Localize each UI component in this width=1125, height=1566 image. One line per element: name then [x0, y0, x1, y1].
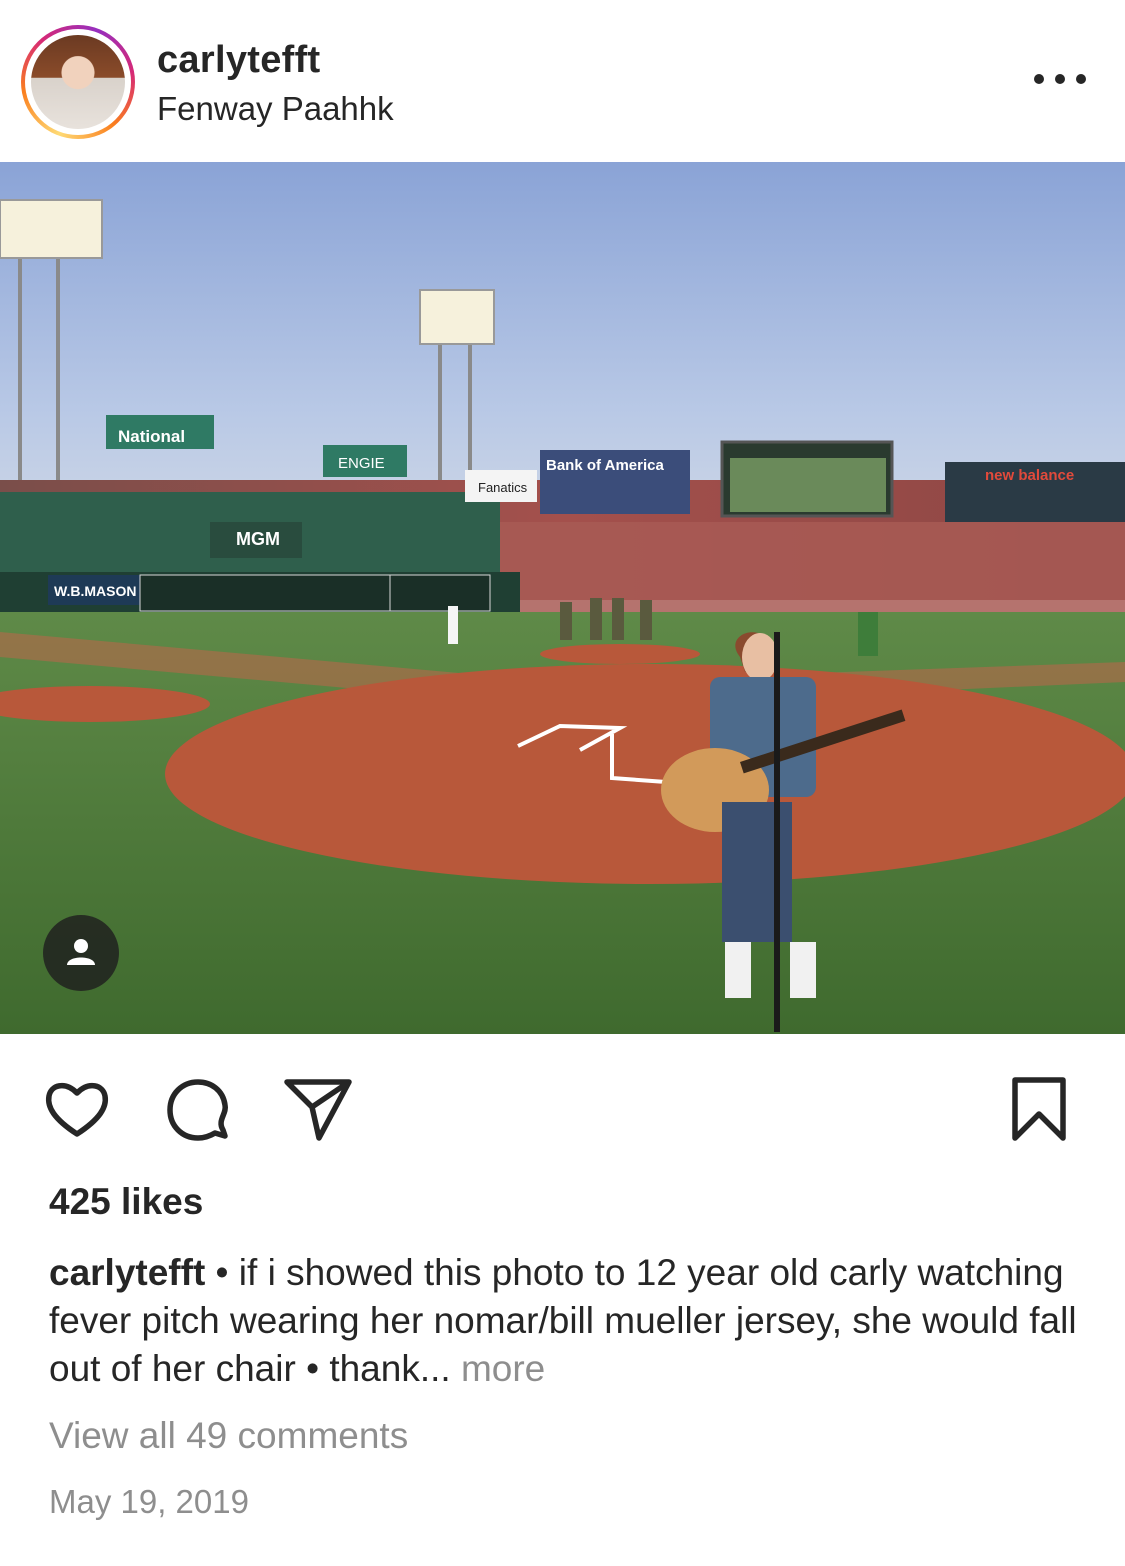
svg-text:new balance: new balance [985, 467, 1074, 484]
svg-text:National: National [118, 427, 185, 446]
post-date: May 19, 2019 [49, 1483, 249, 1520]
bookmark-icon[interactable] [1004, 1074, 1074, 1144]
view-comments-link[interactable]: View all 49 comments [49, 1415, 408, 1457]
paper-plane-icon[interactable] [283, 1074, 353, 1144]
action-bar [0, 1060, 1125, 1150]
user-tag-icon [67, 939, 95, 965]
caption-username[interactable]: carlytefft [49, 1252, 205, 1293]
heart-icon[interactable] [42, 1074, 112, 1144]
svg-text:Bank of America: Bank of America [546, 457, 664, 474]
comment-icon[interactable] [163, 1074, 233, 1144]
ellipsis-icon[interactable] [1030, 60, 1090, 100]
post-photo[interactable]: National ENGIE Fanatics Bank of America … [0, 162, 1125, 1034]
post-header: carlytefft Fenway Paahhk [0, 0, 1125, 162]
post-location[interactable]: Fenway Paahhk [157, 90, 394, 128]
post-caption: carlytefft • if i showed this photo to 1… [49, 1249, 1089, 1393]
stadium-scene: National ENGIE Fanatics Bank of America … [0, 162, 1125, 1034]
avatar[interactable] [31, 35, 125, 129]
svg-text:W.B.MASON: W.B.MASON [54, 583, 136, 599]
svg-text:MGM: MGM [236, 529, 280, 549]
user-tag-button[interactable] [43, 915, 119, 991]
caption-more-link[interactable]: more [461, 1348, 545, 1389]
likes-count[interactable]: 425 likes [49, 1181, 203, 1223]
svg-text:ENGIE: ENGIE [338, 455, 385, 472]
svg-text:Fanatics: Fanatics [478, 480, 528, 495]
story-ring[interactable] [21, 25, 135, 139]
post-username[interactable]: carlytefft [157, 39, 321, 82]
